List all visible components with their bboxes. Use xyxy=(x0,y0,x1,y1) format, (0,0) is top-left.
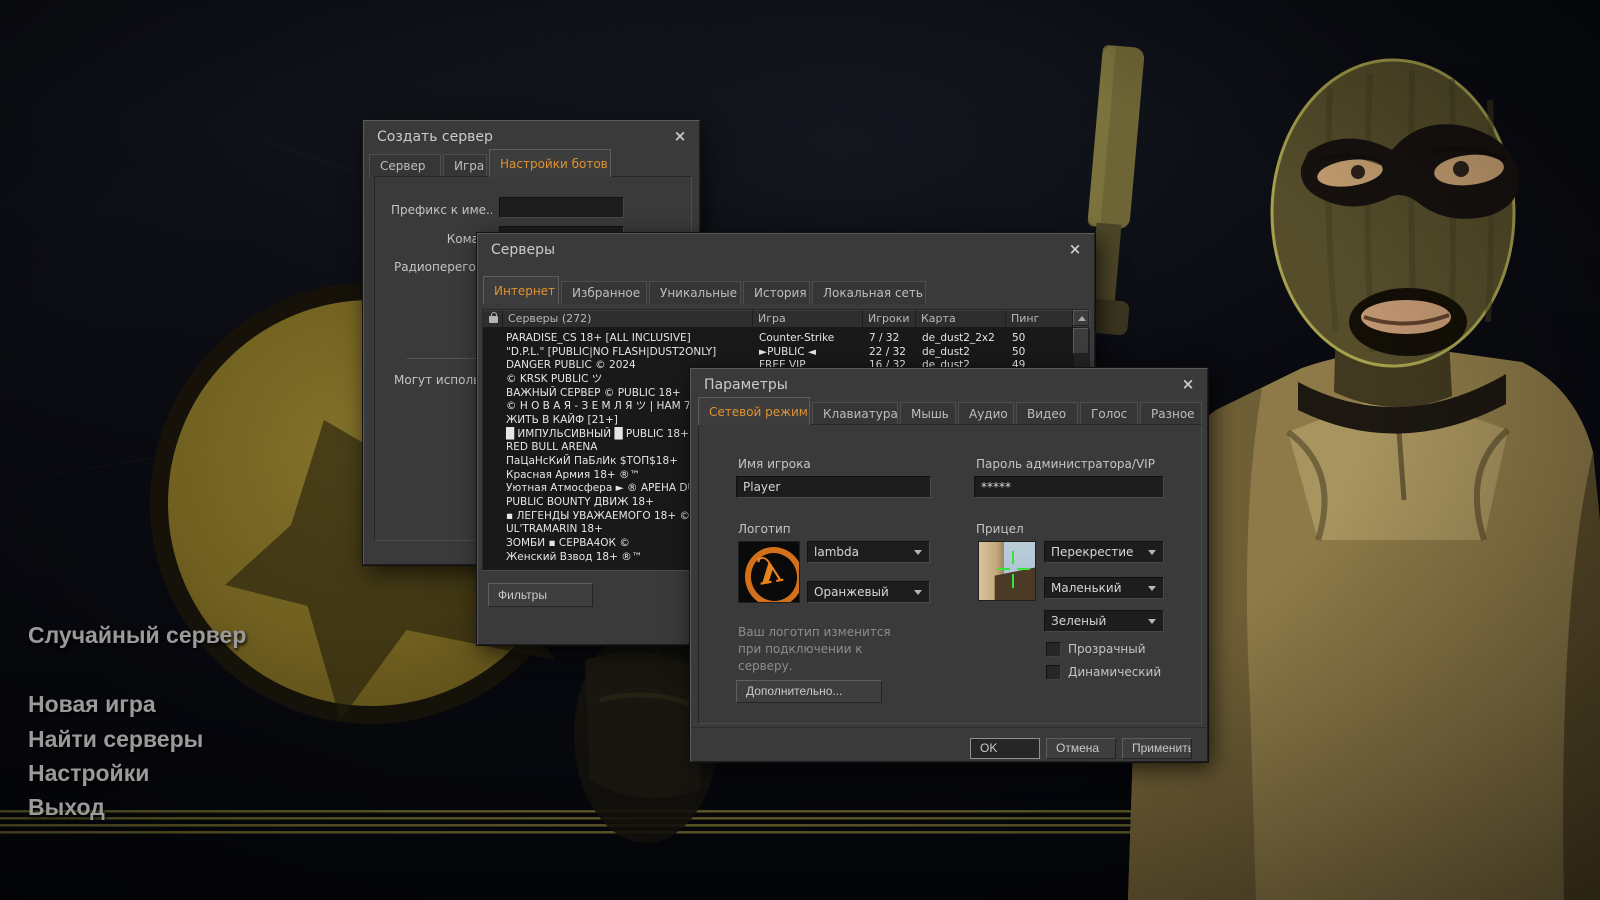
main-menu-item-4[interactable]: Выход xyxy=(28,794,105,821)
server-cell-map: de_dust2_2x2 xyxy=(916,331,1006,345)
crosshair-top xyxy=(1012,551,1014,564)
arrow-up-icon xyxy=(1078,316,1086,321)
tabs-options-tab-6[interactable]: Разное xyxy=(1140,402,1202,425)
crosshair-type-select[interactable]: Перекрестие xyxy=(1044,541,1164,563)
server-cell-pl: 22 / 32 xyxy=(863,345,916,359)
servers-tabs: ИнтернетИзбранноеУникальныеИсторияЛокаль… xyxy=(483,276,926,304)
tabs-options-tab-0[interactable]: Сетевой режим xyxy=(698,397,810,425)
crosshair-preview xyxy=(978,541,1036,601)
window-title: Серверы xyxy=(491,242,555,258)
tabs-create-tab-2[interactable]: Настройки ботов xyxy=(489,149,611,177)
crosshair-color-value: Зеленый xyxy=(1051,614,1106,628)
server-row-1[interactable]: "D.P.L." [PUBLIC|NO FLASH|DUST2ONLY]►PUB… xyxy=(483,345,1073,359)
dynamic-checkbox[interactable] xyxy=(1046,665,1061,680)
tabs-servers-tab-1[interactable]: Избранное xyxy=(561,281,647,304)
close-icon[interactable]: × xyxy=(1065,239,1085,259)
logo-note: Ваш логотип изменится при подключении к … xyxy=(738,624,913,675)
tabs-servers-tab-4[interactable]: Локальная сеть xyxy=(812,281,926,304)
filters-button[interactable]: Фильтры xyxy=(488,583,593,607)
logo-color-select[interactable]: Оранжевый xyxy=(807,581,930,603)
crosshair-label: Прицел xyxy=(976,522,1024,536)
servers-column-header[interactable]: Серверы (272) xyxy=(503,310,753,327)
footer-divider xyxy=(691,727,1207,728)
apply-button[interactable]: Применить xyxy=(1122,738,1192,759)
tabs-options-tab-4[interactable]: Видео xyxy=(1016,402,1078,425)
tabs-options-tab-2[interactable]: Мышь xyxy=(900,402,956,425)
players-column-header[interactable]: Игроки xyxy=(863,310,916,327)
ping-column-header[interactable]: Пинг xyxy=(1006,310,1073,327)
transparent-checkbox[interactable] xyxy=(1046,642,1061,657)
dynamic-checkbox-label: Динамический xyxy=(1068,665,1161,679)
crosshair-left xyxy=(997,568,1010,570)
server-cell-game: ►PUBLIC ◄ xyxy=(753,345,863,359)
crosshair-size-select[interactable]: Маленький xyxy=(1044,577,1164,599)
scrollbar-thumb[interactable] xyxy=(1073,328,1089,354)
tabs-options-tab-1[interactable]: Клавиатура xyxy=(812,402,898,425)
close-icon[interactable]: × xyxy=(670,126,690,146)
window-title: Параметры xyxy=(704,377,788,393)
admin-password-label: Пароль администратора/VIP xyxy=(976,457,1155,471)
tabs-servers-tab-3[interactable]: История xyxy=(743,281,810,304)
player-name-label: Имя игрока xyxy=(738,457,811,471)
advanced-button[interactable]: Дополнительно... xyxy=(736,680,882,703)
bot-weapons-label: Могут использ xyxy=(394,373,480,387)
logo-color-value: Оранжевый xyxy=(814,585,889,599)
chevron-down-icon xyxy=(1148,619,1156,624)
admin-password-input[interactable]: ***** xyxy=(974,476,1164,498)
options-window[interactable]: Параметры × Сетевой режимКлавиатураМышьА… xyxy=(690,368,1208,762)
bot-prefix-label: Префикс к име... xyxy=(391,203,492,217)
tabs-options-tab-3[interactable]: Аудио xyxy=(958,402,1014,425)
main-menu-item-0[interactable]: Случайный сервер xyxy=(28,622,246,649)
cancel-button[interactable]: Отмена xyxy=(1046,738,1116,759)
logo-preview: λ xyxy=(738,541,800,603)
lock-column-header[interactable] xyxy=(483,310,503,327)
create-server-tabs: СерверИграНастройки ботов xyxy=(369,149,611,177)
logo-label: Логотип xyxy=(738,522,791,536)
server-row-0[interactable]: PARADISE_CS 18+ [ALL INCLUSIVE]Counter-S… xyxy=(483,331,1073,345)
chevron-down-icon xyxy=(1148,586,1156,591)
bot-radio-label: Радиоперегов xyxy=(394,260,479,274)
main-menu-item-3[interactable]: Настройки xyxy=(28,760,149,787)
logo-select-value: lambda xyxy=(814,545,859,559)
bot-prefix-input[interactable] xyxy=(499,197,624,218)
chevron-down-icon xyxy=(914,590,922,595)
tabs-servers-tab-0[interactable]: Интернет xyxy=(483,276,559,304)
crosshair-size-value: Маленький xyxy=(1051,581,1122,595)
main-menu: Случайный сервер Новая игра Найти серверы Н… xyxy=(0,0,360,900)
tabs-servers-tab-2[interactable]: Уникальные xyxy=(649,281,741,304)
main-menu-item-2[interactable]: Найти серверы xyxy=(28,726,203,753)
server-cell-map: de_dust2 xyxy=(916,345,1006,359)
server-cell-ping: 50 xyxy=(1006,345,1056,359)
map-column-header[interactable]: Карта xyxy=(916,310,1006,327)
options-tabs: Сетевой режимКлавиатураМышьАудиоВидеоГол… xyxy=(698,398,1202,425)
chevron-down-icon xyxy=(1148,550,1156,555)
tabs-options-tab-5[interactable]: Голос xyxy=(1080,402,1138,425)
ok-button[interactable]: OK xyxy=(970,738,1040,759)
server-cell-ping: 50 xyxy=(1006,331,1056,345)
server-cell-game: Counter-Strike xyxy=(753,331,863,345)
close-icon[interactable]: × xyxy=(1178,374,1198,394)
player-name-input[interactable]: Player xyxy=(736,476,931,498)
bot-command-label: Кома xyxy=(444,232,479,246)
crosshair-bottom xyxy=(1012,574,1014,588)
server-cell-name: PARADISE_CS 18+ [ALL INCLUSIVE] xyxy=(483,331,753,345)
tabs-create-tab-0[interactable]: Сервер xyxy=(369,154,441,177)
logo-select[interactable]: lambda xyxy=(807,541,930,563)
server-cell-name: "D.P.L." [PUBLIC|NO FLASH|DUST2ONLY] xyxy=(483,345,753,359)
crosshair-color-select[interactable]: Зеленый xyxy=(1044,610,1164,632)
window-title: Создать сервер xyxy=(377,129,493,145)
crosshair-right xyxy=(1017,568,1030,570)
scroll-up-button[interactable] xyxy=(1073,310,1089,326)
game-column-header[interactable]: Игра xyxy=(753,310,863,327)
main-menu-item-1[interactable]: Новая игра xyxy=(28,691,156,718)
crosshair-type-value: Перекрестие xyxy=(1051,545,1133,559)
chevron-down-icon xyxy=(914,550,922,555)
tabs-create-tab-1[interactable]: Игра xyxy=(443,154,487,177)
transparent-checkbox-label: Прозрачный xyxy=(1068,642,1146,656)
lock-icon xyxy=(489,316,498,323)
server-cell-pl: 7 / 32 xyxy=(863,331,916,345)
